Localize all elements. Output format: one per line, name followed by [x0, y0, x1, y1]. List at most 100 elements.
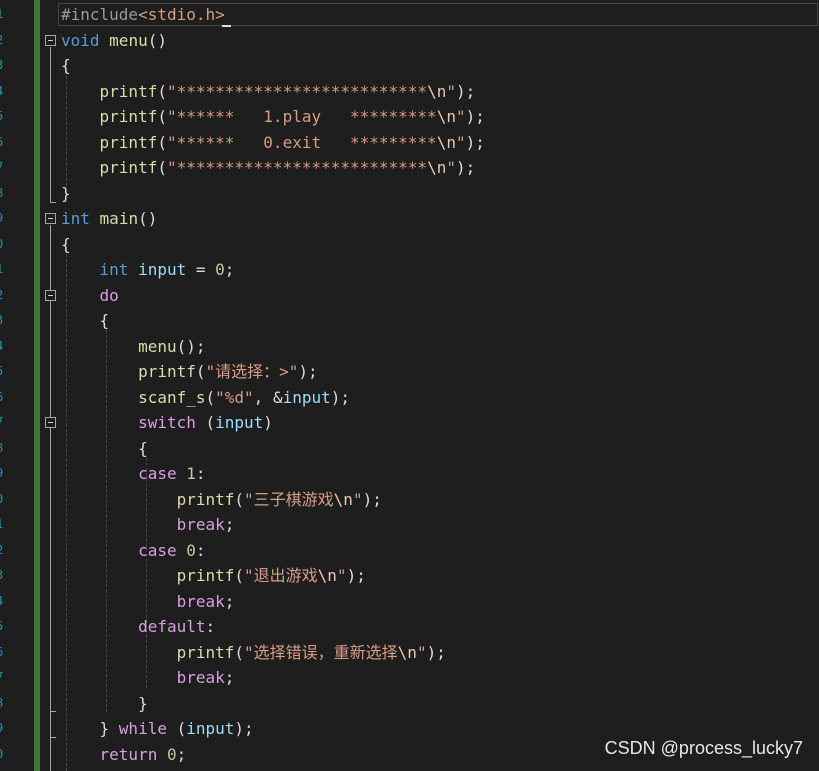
code-line[interactable]: printf("**************************\n"); — [61, 155, 476, 181]
code-line[interactable]: printf("三子棋游戏\n"); — [61, 487, 382, 513]
code-editor[interactable]: 123456789012345678901234567890 #include<… — [0, 0, 819, 771]
code-token: ( — [234, 489, 245, 509]
line-number: 3 — [0, 563, 6, 589]
code-token: ); — [455, 158, 476, 177]
collapse-switch-block-icon[interactable] — [45, 417, 56, 428]
code-token: return — [99, 744, 158, 764]
code-line[interactable]: break; — [61, 665, 235, 691]
collapse-do-block-icon[interactable] — [45, 290, 56, 301]
code-line[interactable]: case 1: — [61, 461, 205, 487]
code-line[interactable]: printf("****** 0.exit *********\n"); — [61, 130, 485, 156]
code-line[interactable]: void menu() — [61, 28, 167, 54]
code-token: printf — [176, 566, 235, 585]
code-line[interactable]: break; — [61, 512, 235, 538]
code-token: "请选择：>" — [205, 362, 299, 381]
code-token: } — [61, 183, 71, 203]
code-line[interactable]: printf("****** 1.play *********\n"); — [61, 104, 485, 130]
code-line[interactable]: default: — [61, 614, 215, 640]
code-line[interactable]: printf("**************************\n"); — [61, 79, 476, 105]
code-token: input — [215, 413, 264, 432]
code-token: input — [186, 719, 235, 738]
code-token: " — [446, 81, 456, 101]
code-line[interactable]: printf("选择错误，重新选择\n"); — [61, 640, 446, 666]
code-token: ( — [157, 158, 167, 177]
code-token: " — [352, 489, 363, 509]
code-token: ; — [224, 260, 235, 279]
code-line[interactable]: int input = 0; — [61, 257, 235, 283]
line-number: 5 — [0, 359, 6, 385]
code-token: ; — [176, 744, 187, 764]
code-token: ( — [195, 362, 206, 381]
code-line[interactable]: scanf_s("%d", &input); — [61, 385, 350, 411]
code-token: , & — [253, 387, 283, 407]
code-line[interactable]: printf("请选择：>"); — [61, 359, 318, 385]
change-tracking-gap — [40, 0, 43, 771]
line-number: 5 — [0, 104, 6, 130]
code-line[interactable]: do — [61, 283, 119, 309]
code-token: switch — [138, 413, 196, 432]
code-line[interactable]: } while (input); — [61, 716, 254, 742]
code-token: ); — [455, 81, 476, 101]
collapse-main-function-icon[interactable] — [45, 213, 56, 224]
code-token: printf — [99, 107, 158, 126]
fold-end-menu — [50, 202, 56, 203]
code-line[interactable]: return 0; — [61, 742, 187, 768]
line-number: 2 — [0, 283, 6, 309]
code-token: ); — [426, 642, 446, 662]
line-number: 2 — [0, 538, 6, 564]
collapse-menu-function-icon[interactable] — [45, 35, 56, 46]
code-line[interactable]: { — [61, 308, 110, 334]
code-token: <stdio.h> — [138, 5, 225, 24]
code-token: break — [176, 668, 225, 687]
code-token: input — [138, 260, 187, 279]
code-token: ( — [157, 107, 167, 126]
line-number: 2 — [0, 28, 6, 54]
line-number: 5 — [0, 614, 6, 640]
code-token: \n — [436, 132, 456, 152]
code-line[interactable]: { — [61, 53, 71, 79]
line-number: 7 — [0, 410, 6, 436]
fold-line-menu — [50, 47, 51, 202]
line-number: 1 — [0, 512, 6, 538]
line-number: 4 — [0, 79, 6, 105]
code-token: ; — [224, 591, 235, 611]
code-line[interactable]: int main() — [61, 206, 157, 232]
code-token: main — [99, 209, 139, 228]
text-caret — [222, 25, 231, 27]
code-token: ); — [465, 132, 485, 152]
code-token: printf — [176, 642, 235, 662]
code-line[interactable]: { — [61, 436, 148, 462]
code-token: void — [61, 30, 100, 50]
fold-end-switch — [50, 711, 56, 712]
code-line[interactable]: { — [61, 232, 71, 258]
code-line[interactable]: } — [61, 691, 148, 717]
line-number: 4 — [0, 334, 6, 360]
code-token: ( — [234, 642, 245, 662]
code-line[interactable]: printf("退出游戏\n"); — [61, 563, 366, 589]
code-token: default — [138, 617, 206, 636]
code-line[interactable]: break; — [61, 589, 235, 615]
code-line[interactable]: #include<stdio.h> — [61, 2, 225, 28]
code-token: () — [138, 209, 158, 228]
code-line[interactable]: } — [61, 181, 71, 207]
line-number: 9 — [0, 206, 6, 232]
code-token: ; — [224, 515, 235, 534]
code-line[interactable]: menu(); — [61, 334, 205, 360]
code-line[interactable]: case 0: — [61, 538, 205, 564]
code-token: : — [205, 617, 216, 636]
code-token: printf — [176, 489, 235, 509]
code-line[interactable]: switch (input) — [61, 410, 273, 436]
